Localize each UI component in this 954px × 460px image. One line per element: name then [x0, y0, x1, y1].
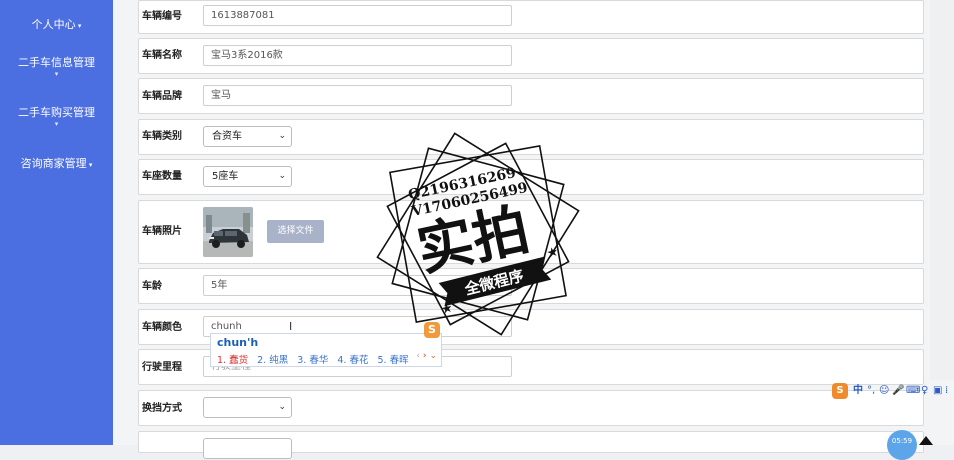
ime-composition: chun'h [217, 336, 259, 349]
choose-file-button[interactable]: 选择文件 [267, 220, 324, 243]
chevron-down-icon: ▾ [54, 70, 59, 78]
lang-indicator[interactable]: 中 [853, 383, 863, 399]
category-select[interactable]: 合资车 ⌄ [203, 126, 292, 147]
vehicle-name-input[interactable]: 宝马3系2016款 [203, 45, 512, 66]
text-cursor-icon: I [289, 320, 293, 333]
chevron-down-icon: ⌄ [278, 402, 286, 412]
sidebar-item-label: 咨询商家管理 [20, 157, 87, 170]
sogou-logo-icon[interactable]: S [832, 383, 848, 399]
field-label: 行驶里程 [142, 362, 182, 373]
expand-icon[interactable]: ⌄ [429, 351, 437, 361]
field-label: 车辆类别 [142, 131, 182, 142]
prev-page-icon[interactable]: ‹ [416, 351, 420, 361]
keyboard-icon[interactable]: ⌨ [906, 383, 920, 399]
chevron-down-icon: ⌄ [278, 171, 286, 181]
ime-candidate[interactable]: 4. 春花 [337, 355, 368, 366]
form-row-brand: 车辆品牌 宝马 [138, 78, 924, 114]
ime-page-nav: ‹ › ⌄ [416, 351, 437, 361]
sidebar-item-label: 二手车信息管理 [18, 56, 95, 69]
ime-candidate[interactable]: 1. 蠢货 [217, 355, 248, 366]
user-icon[interactable]: ♀ [921, 383, 928, 399]
chevron-down-icon: ⌄ [278, 131, 286, 141]
sidebar-item-merchant-consult[interactable]: 咨询商家管理 ▾ [0, 157, 113, 172]
form-row-transmission: 换挡方式 ⌄ [138, 390, 924, 426]
field-label: 车辆照片 [142, 226, 182, 237]
chevron-down-icon: ▾ [75, 22, 82, 30]
transmission-select[interactable]: ⌄ [203, 397, 292, 418]
emoji-icon[interactable]: ☺ [879, 383, 889, 399]
chevron-down-icon: ▾ [86, 161, 93, 169]
page-gutter [930, 0, 954, 380]
select-value: 5座车 [212, 171, 239, 182]
field-label: 车辆编号 [142, 11, 182, 22]
seats-select[interactable]: 5座车 ⌄ [203, 166, 292, 187]
sidebar-item-label: 二手车购买管理 [18, 106, 95, 119]
field-label: 车辆品牌 [142, 91, 182, 102]
chevron-down-icon: ▾ [54, 120, 59, 128]
form-row-vehicle-name: 车辆名称 宝马3系2016款 [138, 38, 924, 74]
sidebar-item-used-car-info[interactable]: 二手车信息管理 ▾ [0, 56, 113, 78]
next-page-icon[interactable]: › [423, 351, 427, 361]
ime-candidate-list: 1. 蠢货 2. 纯黑 3. 春华 4. 春花 5. 春晖 [217, 352, 415, 366]
field-label: 车座数量 [142, 171, 182, 182]
corner-arrow-icon [919, 436, 933, 445]
sidebar: 个人中心 ▾ 二手车信息管理 ▾ 二手车购买管理 ▾ 咨询商家管理 ▾ [0, 0, 113, 445]
field-label: 车龄 [142, 281, 162, 292]
sidebar-item-personal-center[interactable]: 个人中心 ▾ [0, 18, 113, 33]
form-row-partial [138, 431, 924, 459]
brand-input[interactable]: 宝马 [203, 85, 512, 106]
select-value: 合资车 [212, 131, 242, 142]
ime-candidate[interactable]: 3. 春华 [297, 355, 328, 366]
field-label: 换挡方式 [142, 403, 182, 414]
sidebar-item-label: 个人中心 [31, 18, 76, 31]
field-label: 车辆颜色 [142, 322, 182, 333]
partial-select[interactable] [203, 438, 292, 459]
watermark-stamp: Q2196316269 V17060256499 实拍 全微程序 ★ ★ [372, 128, 584, 340]
punctuation-icon[interactable]: °, [867, 383, 875, 399]
car-photo-thumbnail [203, 207, 253, 257]
time-badge: 05:59 [887, 430, 917, 460]
ime-candidate[interactable]: 5. 春晖 [378, 355, 409, 366]
skin-icon[interactable]: ▣ [933, 383, 942, 399]
vehicle-no-input[interactable]: 1613887081 [203, 5, 512, 26]
ime-candidate[interactable]: 2. 纯黑 [257, 355, 288, 366]
form-row-vehicle-no: 车辆编号 1613887081 [138, 0, 924, 34]
sidebar-item-used-car-purchase[interactable]: 二手车购买管理 ▾ [0, 106, 113, 128]
microphone-icon[interactable]: 🎤 [892, 383, 904, 399]
grid-icon[interactable]: ⁞ [945, 383, 948, 399]
field-label: 车辆名称 [142, 50, 182, 61]
